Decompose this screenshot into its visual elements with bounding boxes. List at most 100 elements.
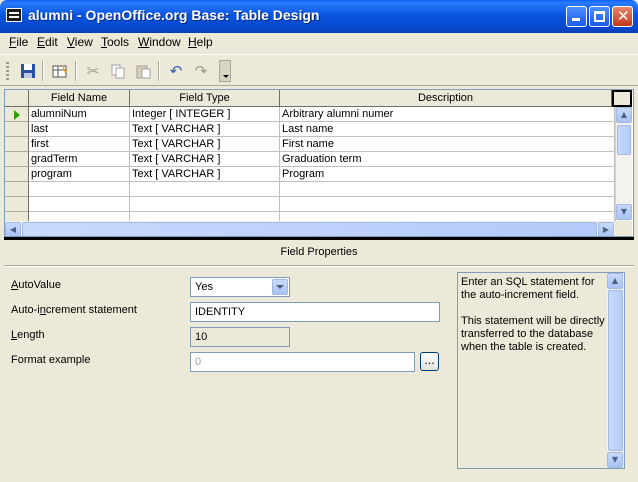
- horizontal-scroll-thumb[interactable]: [22, 222, 597, 236]
- pane-splitter[interactable]: [4, 237, 634, 240]
- menu-edit-label: dit: [45, 35, 58, 49]
- cell-description[interactable]: [280, 182, 615, 197]
- save-button[interactable]: [17, 60, 39, 82]
- cell-field-name[interactable]: program: [29, 167, 130, 182]
- row-selector[interactable]: [5, 152, 29, 167]
- column-header-field-type[interactable]: Field Type: [130, 90, 280, 107]
- menu-window-label: indow: [149, 35, 181, 49]
- menu-help-label: elp: [196, 35, 213, 49]
- cut-icon: ✂: [86, 62, 100, 80]
- menu-view[interactable]: View: [67, 35, 93, 49]
- autoincrement-label-pre: Auto-i: [11, 304, 40, 316]
- help-scroll-up-button[interactable]: ▲: [607, 273, 623, 289]
- cell-description[interactable]: Last name: [280, 122, 615, 137]
- row-selector[interactable]: [5, 167, 29, 182]
- copy-button[interactable]: [107, 60, 129, 82]
- title-bar: alumni - OpenOffice.org Base: Table Desi…: [0, 0, 638, 33]
- menu-tools[interactable]: Tools: [101, 35, 129, 49]
- scrollbar-corner: [615, 221, 632, 236]
- autoincrement-label-rest: crement statement: [45, 304, 137, 316]
- grid-corner-header: [5, 90, 29, 107]
- copy-icon: [111, 64, 125, 79]
- help-scrollbar[interactable]: ▲ ▼: [607, 273, 624, 468]
- help-scroll-down-button[interactable]: ▼: [607, 452, 623, 468]
- cell-field-type[interactable]: Text [ VARCHAR ]: [130, 122, 280, 137]
- menu-tools-label: ools: [107, 35, 130, 49]
- format-browse-button[interactable]: ...: [420, 352, 439, 371]
- current-row-arrow-icon: [14, 110, 20, 120]
- cell-field-name[interactable]: [29, 182, 130, 197]
- vertical-scrollbar[interactable]: ▲ ▼: [615, 107, 632, 221]
- autoincrement-input[interactable]: IDENTITY: [190, 302, 440, 322]
- menu-view-mnemonic: V: [67, 35, 75, 49]
- close-icon: ✕: [617, 7, 630, 25]
- toolbar-separator: [158, 61, 160, 81]
- help-text-box: Enter an SQL statement for the auto-incr…: [457, 272, 625, 469]
- cell-field-type[interactable]: Text [ VARCHAR ]: [130, 137, 280, 152]
- cell-field-type[interactable]: [130, 182, 280, 197]
- app-window: alumni - OpenOffice.org Base: Table Desi…: [0, 0, 638, 482]
- menu-file-label: ile: [16, 35, 29, 49]
- row-selector[interactable]: [5, 137, 29, 152]
- cell-field-type[interactable]: Integer [ INTEGER ]: [130, 107, 280, 122]
- cell-field-name[interactable]: [29, 197, 130, 212]
- cell-field-type[interactable]: Text [ VARCHAR ]: [130, 152, 280, 167]
- chevron-down-icon[interactable]: [272, 279, 288, 295]
- horizontal-scrollbar[interactable]: ◀ ▶: [5, 221, 615, 236]
- maximize-button[interactable]: [589, 6, 610, 27]
- close-button[interactable]: ✕: [612, 6, 633, 27]
- autovalue-label-text: utoValue: [18, 279, 61, 291]
- redo-button[interactable]: ↷: [190, 60, 212, 82]
- cell-field-name[interactable]: first: [29, 137, 130, 152]
- openoffice-app-icon: [6, 8, 22, 22]
- column-header-field-name[interactable]: Field Name: [29, 90, 130, 107]
- help-scroll-thumb[interactable]: [608, 290, 623, 451]
- cell-field-name[interactable]: last: [29, 122, 130, 137]
- autoincrement-label: Auto-increment statement: [11, 304, 137, 316]
- autovalue-label: AutoValue: [11, 279, 61, 291]
- toolbar-grip[interactable]: [6, 62, 9, 80]
- toolbar-separator: [75, 61, 77, 81]
- cell-description[interactable]: [280, 197, 615, 212]
- save-icon: [21, 64, 35, 78]
- table-design-button[interactable]: [49, 60, 71, 82]
- toolbar: ✂ ↶ ↷: [0, 54, 638, 86]
- scroll-right-button[interactable]: ▶: [598, 222, 614, 236]
- autovalue-select-value: Yes: [195, 281, 213, 293]
- cell-field-name[interactable]: gradTerm: [29, 152, 130, 167]
- cell-field-name[interactable]: alumniNum: [29, 107, 130, 122]
- row-selector[interactable]: [5, 197, 29, 212]
- more-icon[interactable]: [219, 60, 231, 82]
- scroll-up-button[interactable]: ▲: [616, 107, 632, 123]
- cut-button[interactable]: ✂: [82, 60, 104, 82]
- undo-button[interactable]: ↶: [165, 60, 187, 82]
- cell-description[interactable]: Arbitrary alumni numer: [280, 107, 615, 122]
- help-text: Enter an SQL statement for the auto-incr…: [461, 276, 605, 353]
- length-input[interactable]: 10: [190, 327, 290, 347]
- cell-field-type[interactable]: [130, 197, 280, 212]
- cell-description[interactable]: Graduation term: [280, 152, 615, 167]
- menu-file[interactable]: File: [9, 35, 28, 49]
- menu-window[interactable]: Window: [138, 35, 181, 49]
- cell-description[interactable]: Program: [280, 167, 615, 182]
- window-title: alumni - OpenOffice.org Base: Table Desi…: [28, 7, 320, 23]
- row-selector[interactable]: [5, 122, 29, 137]
- cell-description[interactable]: First name: [280, 137, 615, 152]
- undo-icon: ↶: [169, 62, 183, 80]
- paste-button[interactable]: [132, 60, 154, 82]
- format-example-input[interactable]: 0: [190, 352, 415, 372]
- menu-help[interactable]: Help: [188, 35, 213, 49]
- scroll-down-button[interactable]: ▼: [616, 204, 632, 220]
- field-properties-title: Field Properties: [280, 246, 358, 258]
- autovalue-select[interactable]: Yes: [190, 277, 290, 297]
- minimize-button[interactable]: [566, 6, 587, 27]
- scroll-left-button[interactable]: ◀: [5, 222, 21, 236]
- row-selector[interactable]: [5, 107, 29, 122]
- column-header-description[interactable]: Description: [280, 90, 612, 107]
- menu-edit[interactable]: Edit: [37, 35, 58, 49]
- cell-field-type[interactable]: Text [ VARCHAR ]: [130, 167, 280, 182]
- vertical-scroll-thumb[interactable]: [617, 125, 631, 155]
- row-selector[interactable]: [5, 182, 29, 197]
- maximize-icon: [594, 11, 605, 22]
- grid-header-end: [612, 90, 632, 107]
